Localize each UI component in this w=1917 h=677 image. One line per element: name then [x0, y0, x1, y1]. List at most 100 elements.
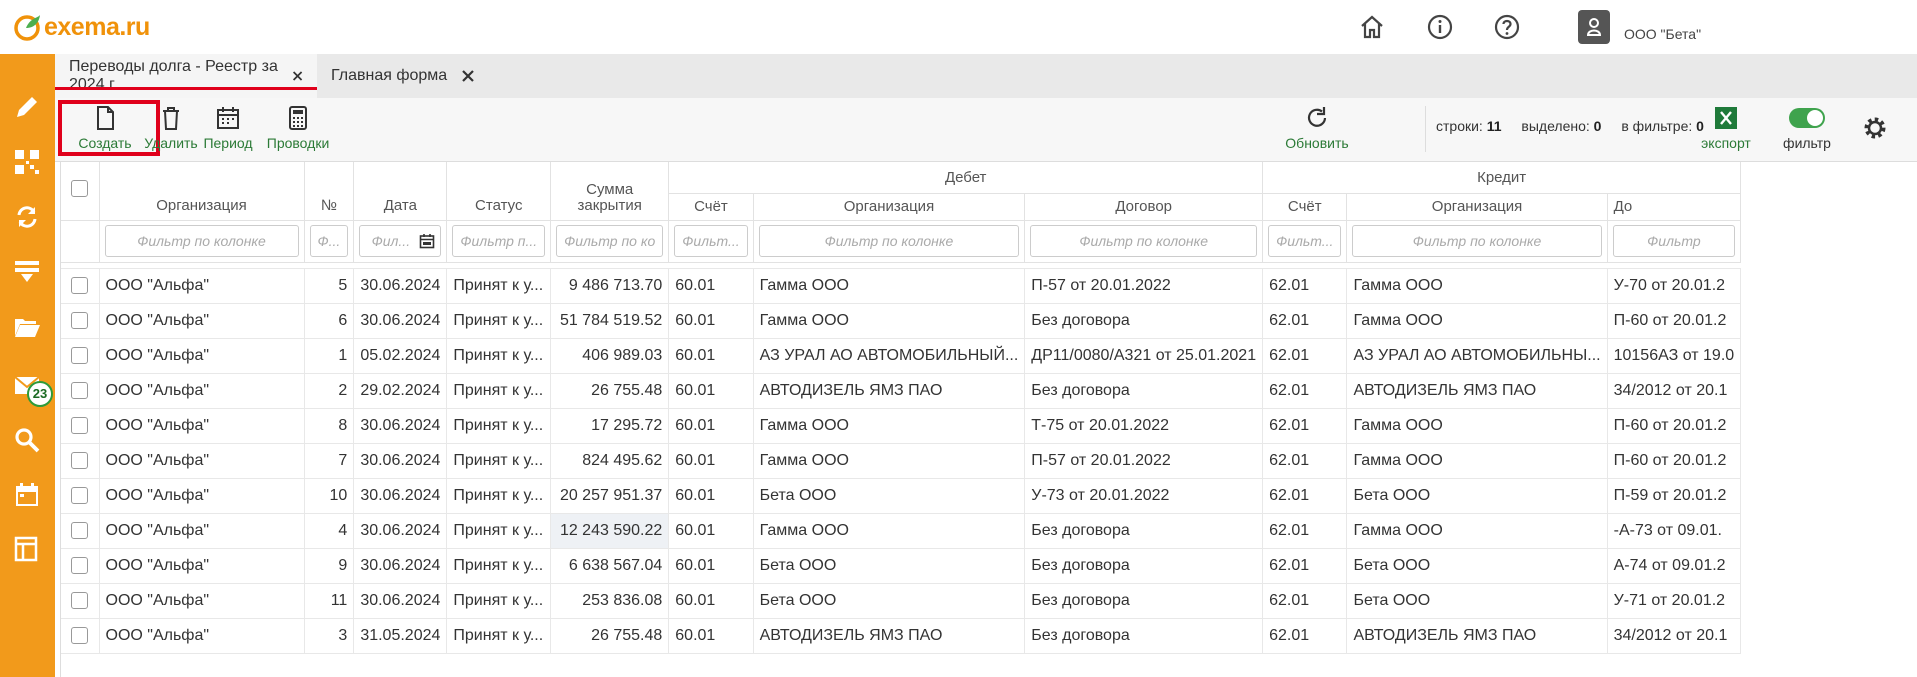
cell-date[interactable]: 30.06.2024: [353, 548, 448, 584]
cell-debit-org[interactable]: АВТОДИЗЕЛЬ ЯМЗ ПАО: [753, 618, 1026, 654]
filter-debit-contract-input[interactable]: Фильтр по колонке: [1030, 225, 1258, 257]
cell-date[interactable]: 05.02.2024: [353, 338, 448, 374]
table-row[interactable]: ООО "Альфа" 9 30.06.2024 Принят к у... 6 638…: [61, 548, 1742, 584]
filter-number-input[interactable]: Ф...: [309, 225, 349, 257]
col-header-credit-account[interactable]: Счёт: [1262, 193, 1348, 221]
cell-debit-account[interactable]: 60.01: [668, 478, 754, 514]
cell-debit-org[interactable]: АВТОДИЗЕЛЬ ЯМЗ ПАО: [753, 373, 1026, 409]
cell-debit-account[interactable]: 60.01: [668, 618, 754, 654]
filter-debit-org-input[interactable]: Фильтр по колонке: [758, 225, 1020, 257]
table-row[interactable]: ООО "Альфа" 10 30.06.2024 Принят к у... 20 2…: [61, 478, 1742, 514]
cell-debit-org[interactable]: Бета ООО: [753, 478, 1026, 514]
cell-debit-org[interactable]: Бета ООО: [753, 583, 1026, 619]
info-icon[interactable]: [1426, 13, 1454, 41]
table-row[interactable]: ООО "Альфа" 11 30.06.2024 Принят к у... 253 …: [61, 583, 1742, 619]
cell-credit-account[interactable]: 62.01: [1262, 373, 1348, 409]
cell-credit-org[interactable]: Гамма ООО: [1346, 268, 1608, 304]
table-row[interactable]: ООО "Альфа" 5 30.06.2024 Принят к у... 9 486…: [61, 268, 1742, 304]
qr-code-icon[interactable]: [12, 147, 42, 177]
help-icon[interactable]: [1493, 13, 1521, 41]
cell-debit-account[interactable]: 60.01: [668, 583, 754, 619]
cell-date[interactable]: 30.06.2024: [353, 478, 448, 514]
cell-status[interactable]: Принят к у...: [446, 618, 552, 654]
cell-credit-account[interactable]: 62.01: [1262, 583, 1348, 619]
col-header-status[interactable]: Статус: [446, 162, 552, 221]
search-icon[interactable]: [12, 425, 42, 455]
row-checkbox[interactable]: [71, 346, 89, 364]
cell-debit-account[interactable]: 60.01: [668, 303, 754, 339]
cell-credit-account[interactable]: 62.01: [1262, 268, 1348, 304]
cell-date[interactable]: 31.05.2024: [353, 618, 448, 654]
cell-number[interactable]: 11: [304, 583, 355, 619]
cell-date[interactable]: 30.06.2024: [353, 583, 448, 619]
cell-credit-account[interactable]: 62.01: [1262, 443, 1348, 479]
table-row[interactable]: ООО "Альфа" 8 30.06.2024 Принят к у... 17 29…: [61, 408, 1742, 444]
cell-status[interactable]: Принят к у...: [446, 373, 552, 409]
cell-org[interactable]: ООО "Альфа": [99, 548, 305, 584]
select-all-checkbox[interactable]: [71, 179, 89, 197]
filter-switch[interactable]: [1789, 108, 1825, 128]
cell-number[interactable]: 10: [304, 478, 355, 514]
cell-number[interactable]: 7: [304, 443, 355, 479]
cell-debit-org[interactable]: Гамма ООО: [753, 513, 1026, 549]
cell-org[interactable]: ООО "Альфа": [99, 478, 305, 514]
cell-date[interactable]: 30.06.2024: [353, 443, 448, 479]
cell-sum[interactable]: 9 486 713.70: [550, 268, 670, 304]
cell-credit-org[interactable]: Бета ООО: [1346, 548, 1608, 584]
cell-org[interactable]: ООО "Альфа": [99, 618, 305, 654]
row-checkbox[interactable]: [71, 381, 89, 399]
cell-debit-account[interactable]: 60.01: [668, 548, 754, 584]
refresh-button[interactable]: Обновить: [1281, 104, 1353, 151]
row-checkbox[interactable]: [71, 276, 89, 294]
close-icon[interactable]: [292, 69, 303, 83]
cell-debit-contract[interactable]: ДР11/0080/А321 от 25.01.2021: [1024, 338, 1264, 374]
cell-org[interactable]: ООО "Альфа": [99, 408, 305, 444]
cell-credit-account[interactable]: 62.01: [1262, 338, 1348, 374]
cell-credit-contract[interactable]: У-70 от 20.01.2: [1607, 268, 1742, 304]
cell-number[interactable]: 9: [304, 548, 355, 584]
cell-debit-org[interactable]: Бета ООО: [753, 548, 1026, 584]
table-row[interactable]: ООО "Альфа" 2 29.02.2024 Принят к у... 26 75…: [61, 373, 1742, 409]
cell-sum[interactable]: 20 257 951.37: [550, 478, 670, 514]
cell-credit-account[interactable]: 62.01: [1262, 513, 1348, 549]
cell-number[interactable]: 8: [304, 408, 355, 444]
row-checkbox[interactable]: [71, 556, 89, 574]
cell-debit-contract[interactable]: Без договора: [1024, 618, 1264, 654]
cell-debit-contract[interactable]: Без договора: [1024, 373, 1264, 409]
cell-org[interactable]: ООО "Альфа": [99, 443, 305, 479]
cell-sum[interactable]: 51 784 519.52: [550, 303, 670, 339]
gear-icon[interactable]: [1861, 114, 1889, 142]
cell-credit-org[interactable]: Бета ООО: [1346, 583, 1608, 619]
cell-credit-contract[interactable]: 34/2012 от 20.1: [1607, 618, 1742, 654]
cell-credit-contract[interactable]: 34/2012 от 20.1: [1607, 373, 1742, 409]
cell-debit-contract[interactable]: П-57 от 20.01.2022: [1024, 268, 1264, 304]
cell-debit-contract[interactable]: Без договора: [1024, 583, 1264, 619]
filter-credit-contract-input[interactable]: Фильтр: [1612, 225, 1736, 257]
cell-org[interactable]: ООО "Альфа": [99, 268, 305, 304]
cell-credit-account[interactable]: 62.01: [1262, 303, 1348, 339]
cell-sum[interactable]: 26 755.48: [550, 373, 670, 409]
cell-debit-account[interactable]: 60.01: [668, 268, 754, 304]
cell-debit-org[interactable]: Гамма ООО: [753, 303, 1026, 339]
row-checkbox[interactable]: [71, 626, 89, 644]
col-header-date[interactable]: Дата: [353, 162, 448, 221]
filter-sum-input[interactable]: Фильтр по ко: [556, 225, 664, 257]
export-button[interactable]: экспорт: [1696, 104, 1756, 151]
user-menu[interactable]: ООО "Бета": [1578, 10, 1701, 44]
cell-status[interactable]: Принят к у...: [446, 408, 552, 444]
filter-credit-account-input[interactable]: Фильт...: [1268, 225, 1342, 257]
folder-open-icon[interactable]: [12, 312, 42, 342]
tab-main-form[interactable]: Главная форма: [317, 54, 489, 98]
cell-credit-contract[interactable]: А-74 от 09.01.2: [1607, 548, 1742, 584]
cell-credit-contract[interactable]: -А-73 от 09.01.: [1607, 513, 1742, 549]
cell-credit-org[interactable]: Гамма ООО: [1346, 443, 1608, 479]
cell-number[interactable]: 1: [304, 338, 355, 374]
cell-credit-org[interactable]: Бета ООО: [1346, 478, 1608, 514]
postings-button[interactable]: Проводки: [267, 104, 329, 151]
cell-number[interactable]: 3: [304, 618, 355, 654]
row-checkbox[interactable]: [71, 311, 89, 329]
cell-credit-contract[interactable]: П-60 от 20.01.2: [1607, 443, 1742, 479]
cell-credit-contract[interactable]: У-71 от 20.01.2: [1607, 583, 1742, 619]
close-icon[interactable]: [461, 69, 475, 83]
cell-sum[interactable]: 6 638 567.04: [550, 548, 670, 584]
